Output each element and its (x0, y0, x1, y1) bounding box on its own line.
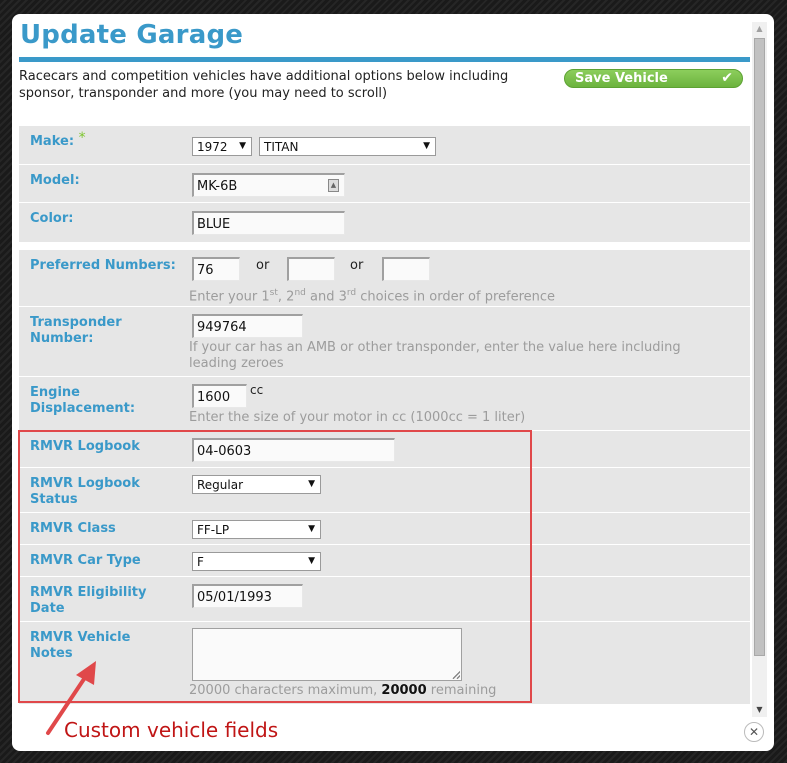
transponder-input[interactable]: 949764 (192, 314, 303, 338)
make-label: Make: * (30, 130, 86, 149)
notes-textarea[interactable] (192, 628, 462, 681)
dropdown-arrow-icon: ▼ (239, 141, 246, 151)
year-value: 1972 (197, 140, 228, 154)
checkmark-icon: ✔ (721, 70, 733, 86)
engine-hint: Enter the size of your motor in cc (1000… (189, 410, 526, 425)
engine-unit: cc (250, 383, 264, 397)
annotation-label: Custom vehicle fields (64, 718, 279, 742)
dropdown-arrow-icon: ▼ (308, 479, 315, 489)
required-asterisk-icon: * (78, 130, 86, 146)
logbook-row: RMVR Logbook 04-0603 (19, 431, 750, 468)
color-label: Color: (30, 211, 74, 226)
preferred-numbers-hint: Enter your 1st, 2nd and 3rd choices in o… (189, 288, 556, 305)
close-button[interactable]: ✕ (744, 722, 764, 742)
class-select[interactable]: FF-LP ▼ (192, 520, 321, 539)
dialog-title: Update Garage (20, 20, 244, 50)
dropdown-arrow-icon: ▼ (423, 141, 430, 151)
basic-info-group: Make: * 1972 ▼ TITAN ▼ Model: MK-6B ▲ Colo… (19, 126, 750, 242)
class-value: FF-LP (197, 523, 230, 537)
dropdown-arrow-icon: ▼ (308, 524, 315, 534)
model-row: Model: MK-6B ▲ (19, 165, 750, 203)
save-vehicle-label: Save Vehicle (575, 71, 668, 86)
color-input[interactable]: BLUE (192, 211, 345, 235)
title-divider (19, 57, 750, 62)
preferred-number-2-input[interactable] (287, 257, 335, 281)
engine-label: Engine Displacement: (30, 385, 136, 416)
make-select[interactable]: TITAN ▼ (259, 137, 436, 156)
resize-grip-icon[interactable] (452, 671, 460, 679)
vertical-scrollbar[interactable]: ▲ ▼ (752, 22, 767, 717)
logbook-label: RMVR Logbook (30, 439, 140, 454)
transponder-label: Transponder Number: (30, 315, 122, 346)
engine-row: Engine Displacement: 1600 cc Enter the s… (19, 377, 750, 431)
intro-text: Racecars and competition vehicles have a… (19, 69, 509, 101)
notes-counter: 20000 characters maximum, 20000 remainin… (189, 683, 497, 698)
close-icon: ✕ (748, 725, 760, 739)
scroll-down-arrow-icon[interactable]: ▼ (752, 703, 767, 717)
group-spacer (19, 242, 750, 250)
eligibility-date-input[interactable]: 05/01/1993 (192, 584, 303, 608)
transponder-row: Transponder Number: 949764 If your car h… (19, 307, 750, 377)
scroll-up-arrow-icon[interactable]: ▲ (752, 22, 767, 36)
dropdown-arrow-icon: ▼ (308, 556, 315, 566)
vehicle-form: Make: * 1972 ▼ TITAN ▼ Model: MK-6B ▲ Colo… (19, 126, 750, 704)
car-type-row: RMVR Car Type F ▼ (19, 545, 750, 577)
scroll-thumb[interactable] (754, 38, 765, 656)
competition-group: Preferred Numbers: 76 or or Enter your 1… (19, 250, 750, 704)
make-row: Make: * 1972 ▼ TITAN ▼ (19, 126, 750, 165)
transponder-hint: If your car has an AMB or other transpon… (189, 340, 681, 371)
save-vehicle-button[interactable]: Save Vehicle ✔ (564, 69, 743, 88)
preferred-numbers-label: Preferred Numbers: (30, 258, 176, 273)
update-garage-dialog: Update Garage Racecars and competition v… (12, 14, 774, 751)
car-type-label: RMVR Car Type (30, 553, 141, 568)
year-select[interactable]: 1972 ▼ (192, 137, 252, 156)
notes-row: RMVR Vehicle Notes 20000 characters maxi… (19, 622, 750, 704)
model-label: Model: (30, 173, 80, 188)
car-type-select[interactable]: F ▼ (192, 552, 321, 571)
class-label: RMVR Class (30, 521, 116, 536)
logbook-status-value: Regular (197, 478, 244, 492)
logbook-status-row: RMVR Logbook Status Regular ▼ (19, 468, 750, 513)
logbook-status-label: RMVR Logbook Status (30, 476, 140, 507)
model-value: MK-6B (197, 179, 238, 194)
color-row: Color: BLUE (19, 203, 750, 242)
eligibility-label: RMVR Eligibility Date (30, 585, 147, 616)
eligibility-row: RMVR Eligibility Date 05/01/1993 (19, 577, 750, 622)
engine-displacement-input[interactable]: 1600 (192, 384, 247, 408)
class-row: RMVR Class FF-LP ▼ (19, 513, 750, 545)
car-type-value: F (197, 555, 204, 569)
preferred-number-1-input[interactable]: 76 (192, 257, 240, 281)
make-value: TITAN (264, 140, 299, 154)
or-text: or (256, 258, 270, 273)
or-text: or (350, 258, 364, 273)
model-input[interactable]: MK-6B ▲ (192, 173, 345, 197)
contact-card-icon: ▲ (328, 179, 339, 192)
preferred-number-3-input[interactable] (382, 257, 430, 281)
logbook-status-select[interactable]: Regular ▼ (192, 475, 321, 494)
logbook-input[interactable]: 04-0603 (192, 438, 395, 462)
preferred-numbers-row: Preferred Numbers: 76 or or Enter your 1… (19, 250, 750, 307)
